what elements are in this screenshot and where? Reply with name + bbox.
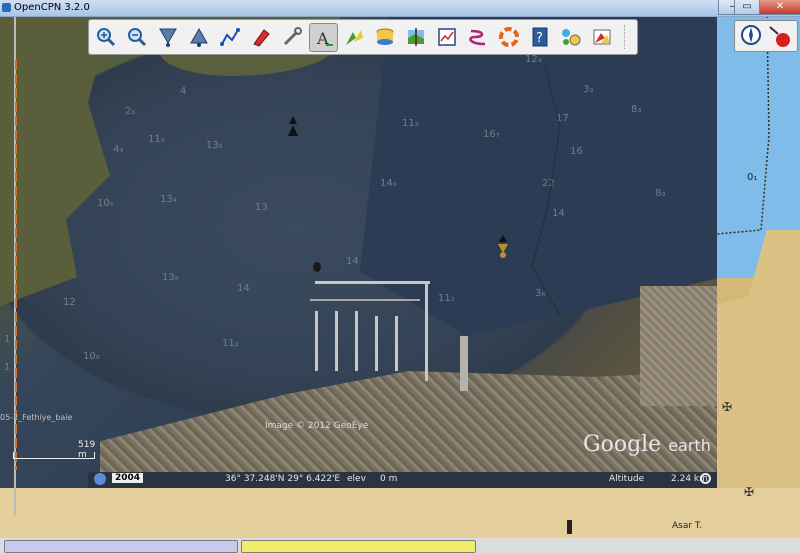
google-earth-status-bar: 2004 36° 37.248'N 29° 6.422'E elev 0 m A… [88,472,717,488]
scale-in-icon [158,28,177,47]
app-icon [2,3,11,12]
coordinates: 36° 37.248'N 29° 6.422'E [225,474,341,484]
plugin-button[interactable] [557,23,584,50]
altitude-label: Altitude [609,474,645,484]
route-button[interactable] [216,23,243,50]
toolbar-grip[interactable] [624,25,629,49]
ais-icon [593,29,610,44]
zoom-out-button[interactable] [123,23,150,50]
auto-follow-button[interactable] [247,23,274,50]
man-overboard-icon [498,26,519,47]
compass-icon [741,25,761,45]
beacon-icon [567,520,572,534]
scale-out-button[interactable] [185,23,212,50]
help-button[interactable]: ? [526,23,553,50]
scale-in-button[interactable] [154,23,181,50]
logo-sub: earth [668,436,711,455]
depth-contour [531,65,561,317]
man-overboard-button[interactable] [495,23,522,50]
gps-status-icon [769,26,790,47]
wreck-icon: ✠ [722,400,733,414]
image-credit: Image © 2012 GeoEye [265,421,369,431]
wreck-icon: ✠ [744,485,755,499]
scale-bar: 519 m [8,438,95,464]
text-icon: A [316,29,333,48]
route-icon [219,27,240,46]
current-button[interactable] [340,23,367,50]
plugin-icon [561,28,580,45]
logo-main: Google [583,432,662,457]
chart-name: 05-2_Fethiye_baie [0,413,73,422]
globe-icon [94,473,106,485]
place-label: Asar T. [672,521,703,531]
chart-quilt-button[interactable] [402,23,429,50]
chart-bar-item-2[interactable] [241,540,476,553]
settings-icon [283,26,302,45]
chart-bar-item-1[interactable] [4,540,238,553]
tide-button[interactable] [371,23,398,50]
compass-widget[interactable] [734,20,798,52]
buoy-icon [498,235,508,258]
chart-bar [0,538,800,554]
title-bar: OpenCPN 3.2.0 – ▭ ✕ [0,0,800,17]
route-manager-icon [468,29,485,45]
print-icon [437,27,456,46]
main-toolbar: A ? [88,19,638,55]
auto-follow-icon [252,28,270,47]
zoom-in-button[interactable] [92,23,119,50]
route-manager-button[interactable] [464,23,491,50]
ais-button[interactable] [588,23,615,50]
help-icon: ? [532,27,547,46]
buoy-icon [288,116,298,136]
coastline [717,16,770,235]
depth-sounding-right: 0₁ [747,172,758,183]
zoom-ring-icon[interactable] [700,473,711,484]
maximize-button[interactable]: ▭ [734,0,760,15]
zoom-in-icon [96,27,115,46]
tide-icon [376,28,393,45]
chart-quilt-icon [407,27,424,46]
elevation-value: 0 m [380,474,398,484]
settings-button[interactable] [278,23,305,50]
chart-boundary-line [15,60,17,470]
svg-text:?: ? [536,31,543,46]
zoom-out-icon [127,27,146,46]
current-icon [345,29,363,45]
satellite-overlay[interactable]: 12₄ 3₃ 4 2₆ 11₃ 16₇ 8₃ 4₄ 11₅ 13₅ 17 16 … [0,16,717,488]
buoy-icon [313,262,321,272]
close-button[interactable]: ✕ [759,0,800,15]
window-title: OpenCPN 3.2.0 [14,2,90,13]
google-earth-logo: Google earth [583,432,711,457]
elevation-label: elev [347,474,366,484]
print-button[interactable] [433,23,460,50]
text-toggle-button[interactable]: A [309,23,338,52]
scale-out-icon [189,27,208,47]
imagery-year: 2004 [112,473,144,483]
